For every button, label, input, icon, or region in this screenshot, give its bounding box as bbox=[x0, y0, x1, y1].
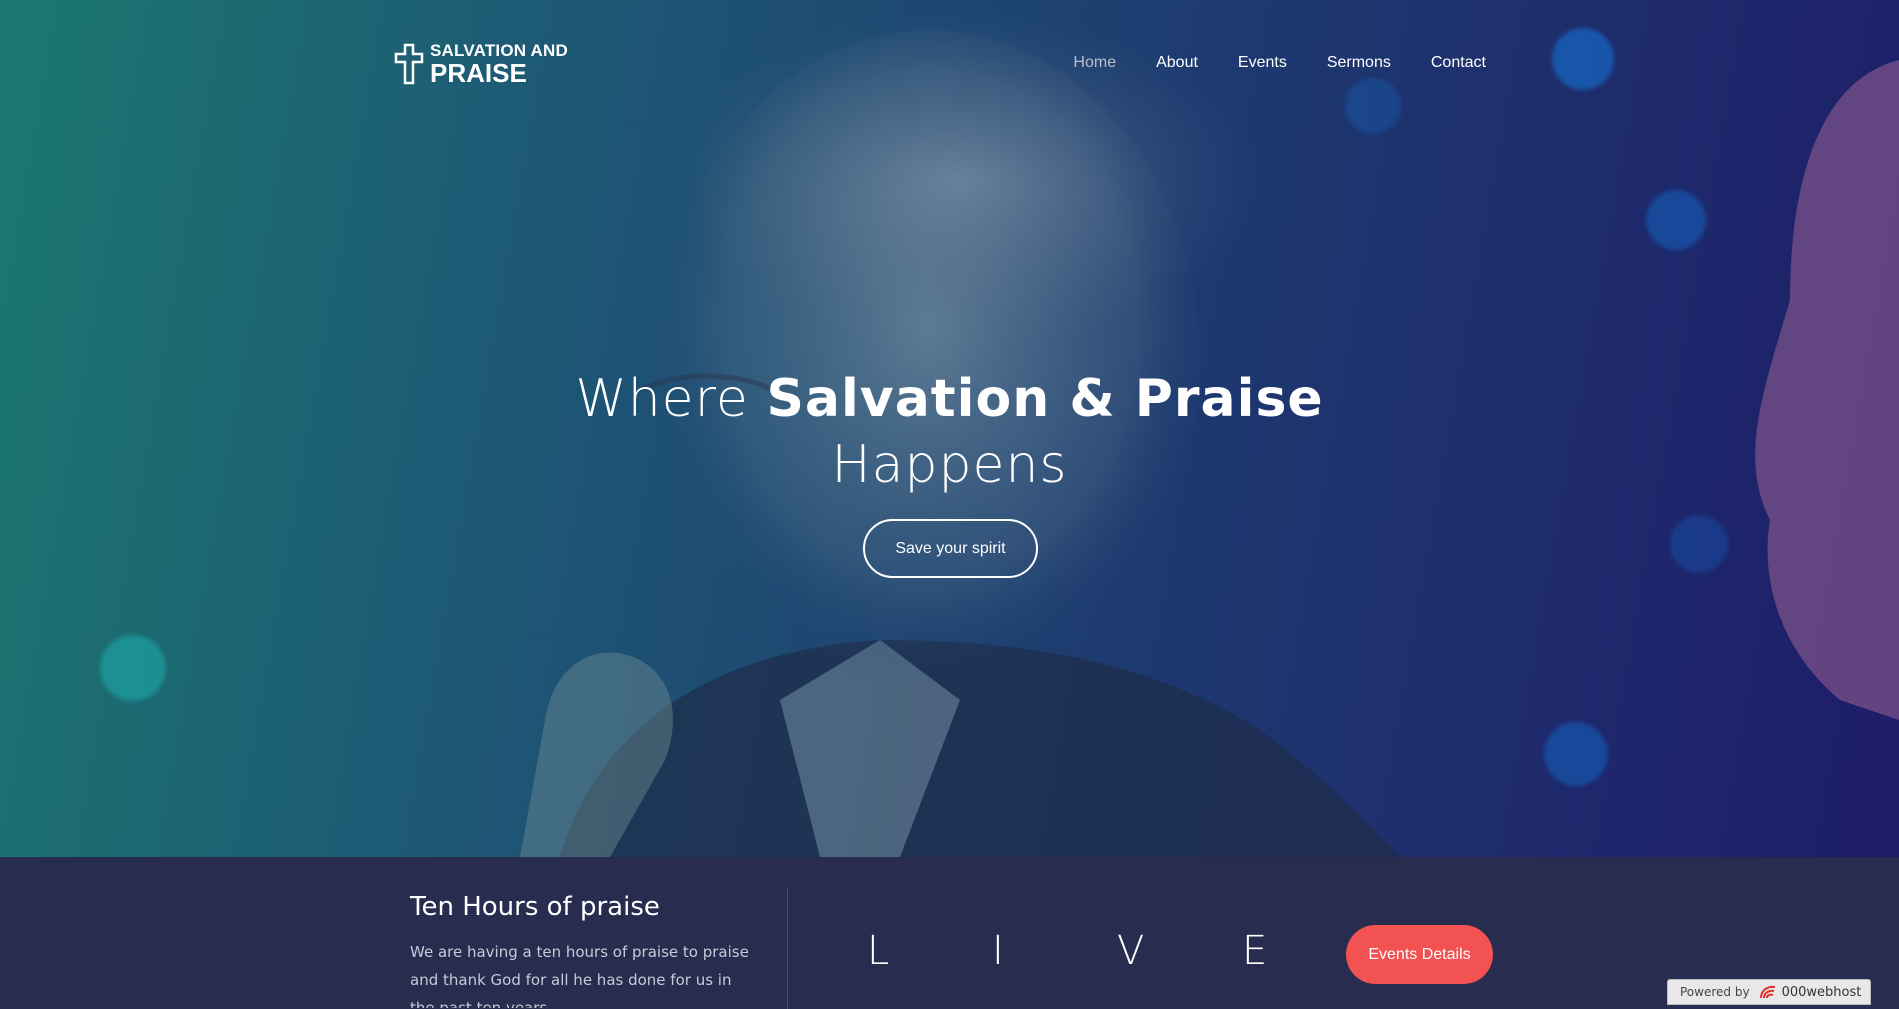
bokeh-light bbox=[1646, 190, 1706, 250]
hero-section: SALVATION AND PRAISE Home About Events S… bbox=[0, 0, 1899, 857]
headline-suffix: Happens bbox=[831, 435, 1068, 495]
nav-item-about[interactable]: About bbox=[1156, 54, 1198, 72]
logo-line-2: PRAISE bbox=[430, 58, 527, 88]
event-description-text: We are having a ten hours of praise to p… bbox=[410, 943, 749, 1008]
event-title: Ten Hours of praise bbox=[410, 892, 660, 922]
nav-item-sermons[interactable]: Sermons bbox=[1327, 54, 1391, 72]
save-your-spirit-button[interactable]: Save your spirit bbox=[863, 519, 1038, 578]
live-letter: V bbox=[1117, 928, 1145, 974]
events-details-button[interactable]: Events Details bbox=[1346, 925, 1493, 984]
powered-by-label: Powered by bbox=[1680, 985, 1750, 999]
webhost-logo-icon bbox=[1759, 985, 1775, 999]
live-letter: L bbox=[867, 928, 890, 974]
divider bbox=[787, 888, 788, 1009]
bokeh-light bbox=[1345, 78, 1401, 134]
hero-headline: Where Salvation & Praise Happens bbox=[0, 366, 1899, 498]
site-logo[interactable]: SALVATION AND PRAISE bbox=[394, 42, 568, 86]
main-nav: Home About Events Sermons Contact bbox=[1073, 54, 1486, 72]
bokeh-light bbox=[1552, 28, 1614, 90]
nav-item-events[interactable]: Events bbox=[1238, 54, 1287, 72]
live-letter: I bbox=[992, 928, 1004, 974]
cross-icon bbox=[394, 43, 424, 85]
bokeh-light bbox=[1670, 515, 1728, 573]
bokeh-light bbox=[1544, 722, 1608, 786]
bokeh-light bbox=[100, 635, 166, 701]
live-indicator: L I V E bbox=[867, 928, 1367, 974]
headline-bold: Salvation & Praise bbox=[766, 369, 1324, 429]
headline-prefix: Where bbox=[575, 369, 767, 429]
powered-by-badge[interactable]: Powered by 000webhost bbox=[1667, 979, 1871, 1005]
event-description: We are having a ten hours of praise to p… bbox=[410, 938, 750, 1008]
nav-item-contact[interactable]: Contact bbox=[1431, 54, 1486, 72]
logo-text: SALVATION AND PRAISE bbox=[430, 42, 568, 88]
nav-item-home[interactable]: Home bbox=[1073, 54, 1116, 72]
powered-by-brand: 000webhost bbox=[1781, 984, 1862, 1000]
